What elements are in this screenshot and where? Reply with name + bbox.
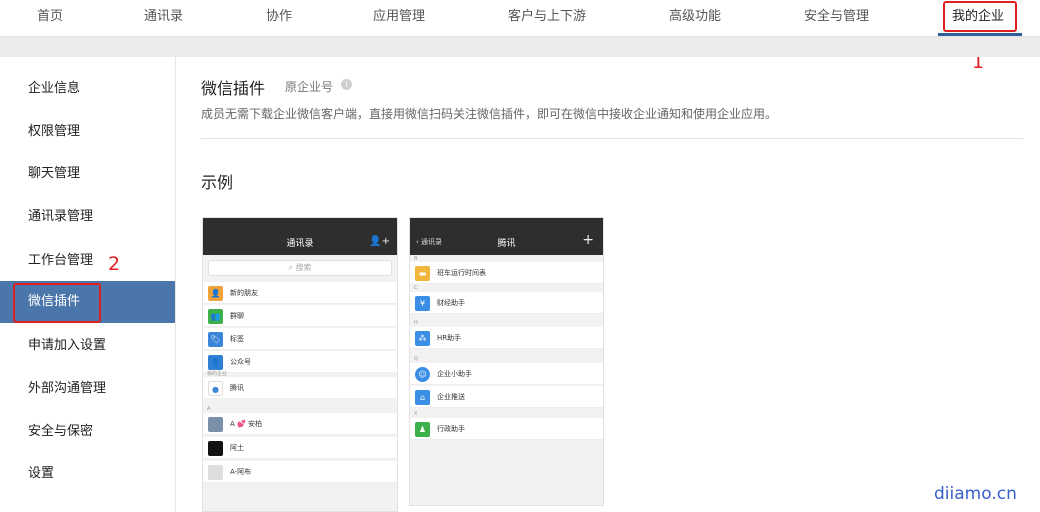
sidebar-item-security[interactable]: 安全与保密: [0, 411, 175, 453]
example-phone-contacts: 👤 新的朋友 👥 群聊 🏷 标签 👤 公众号 我的企业 ● 腾讯 A A 💕 安柏 阿土 …: [202, 217, 398, 512]
list-item: ▬ 班车运行时间表: [410, 262, 603, 284]
nav-contacts[interactable]: 通讯录: [144, 0, 183, 36]
search-icon: ⌕: [288, 263, 296, 272]
list-item: 阿土: [203, 437, 397, 459]
list-item: ⌂ 企业推送: [410, 386, 603, 408]
tag-icon: 🏷: [208, 332, 223, 347]
sidebar-item-enterprise-info[interactable]: 企业信息: [0, 68, 175, 110]
main-content: 微信插件 原企业号 i 成员无需下载企业微信客户端，直接用微信扫码关注微信插件，…: [177, 57, 1040, 512]
admin-icon: ♟: [415, 422, 430, 437]
list-item: ☺ 企业小助手: [410, 363, 603, 385]
page-title: 微信插件: [201, 79, 266, 98]
phone-body: 👤 新的朋友 👥 群聊 🏷 标签 👤 公众号 我的企业 ● 腾讯 A A 💕 安柏 阿土 …: [203, 255, 397, 511]
list-item-label: A 💕 安柏: [230, 420, 262, 428]
list-item: 🏷 标签: [203, 328, 397, 350]
list-item-label: 群聊: [230, 312, 244, 320]
hr-icon: ⁂: [415, 331, 430, 346]
nav-home[interactable]: 首页: [37, 0, 63, 36]
list-item: 👤 公众号: [203, 351, 397, 373]
nav-customers[interactable]: 客户与上下游: [508, 0, 586, 36]
page-subtitle: 原企业号: [285, 80, 334, 94]
section-header: C: [414, 285, 418, 291]
list-item: A 💕 安柏: [203, 413, 397, 435]
avatar: [208, 417, 223, 432]
highlight-box-nav: [943, 1, 1017, 32]
list-item: ● 腾讯: [203, 377, 397, 399]
list-item-label: 行政助手: [437, 425, 465, 433]
list-item: ⁂ HR助手: [410, 327, 603, 349]
list-item-label: 企业小助手: [437, 370, 472, 378]
company-logo-icon: ●: [208, 381, 223, 396]
sidebar-item-external[interactable]: 外部沟通管理: [0, 368, 175, 410]
official-account-icon: 👤: [208, 355, 223, 370]
assistant-icon: ☺: [415, 367, 430, 382]
list-item-label: 阿土: [230, 444, 244, 452]
plus-icon: +: [582, 232, 594, 248]
header-separator: [0, 37, 1040, 57]
phone-title-bar: 通讯录 👤+: [203, 218, 397, 255]
search-input: ⌕ 搜索: [208, 260, 392, 276]
active-tab-underline: [938, 33, 1022, 36]
sidebar-item-workbench[interactable]: 工作台管理: [0, 240, 175, 282]
sidebar-item-contacts[interactable]: 通讯录管理: [0, 196, 175, 238]
highlight-box-sidebar: [13, 283, 101, 323]
nav-advanced[interactable]: 高级功能: [669, 0, 721, 36]
list-item-label: 公众号: [230, 358, 251, 366]
example-phone-enterprise: B ▬ 班车运行时间表 C ¥ 财经助手 H ⁂ HR助手 Q ☺ 企业小助手 ⌂ 企业推…: [409, 217, 604, 506]
section-header: X: [414, 411, 418, 417]
nav-collaboration[interactable]: 协作: [266, 0, 292, 36]
list-item-label: 企业推送: [437, 393, 465, 401]
list-item-label: HR助手: [437, 334, 462, 342]
person-add-icon: 👤: [208, 286, 223, 301]
section-header: H: [414, 320, 418, 326]
avatar: [208, 441, 223, 456]
add-contact-icon: 👤+: [369, 236, 390, 247]
page-description: 成员无需下载企业微信客户端，直接用微信扫码关注微信插件，即可在微信中接收企业通知…: [201, 107, 778, 121]
info-icon[interactable]: i: [341, 79, 352, 90]
phone-title: 通讯录: [286, 239, 314, 249]
divider: [201, 138, 1023, 139]
sidebar-item-chat[interactable]: 聊天管理: [0, 153, 175, 195]
yen-icon: ¥: [415, 296, 430, 311]
nav-app-management[interactable]: 应用管理: [373, 0, 425, 36]
sidebar-item-settings[interactable]: 设置: [0, 453, 175, 495]
list-item-label: 财经助手: [437, 299, 465, 307]
list-item: ♟ 行政助手: [410, 418, 603, 440]
home-icon: ⌂: [415, 390, 430, 405]
avatar: [208, 465, 223, 480]
list-item-label: 腾讯: [230, 384, 244, 392]
example-heading: 示例: [201, 173, 234, 192]
list-item-label: 新的朋友: [230, 289, 258, 297]
list-item: ¥ 财经助手: [410, 292, 603, 314]
nav-security[interactable]: 安全与管理: [804, 0, 869, 36]
group-icon: 👥: [208, 309, 223, 324]
search-placeholder: 搜索: [295, 263, 312, 272]
phone-body: B ▬ 班车运行时间表 C ¥ 财经助手 H ⁂ HR助手 Q ☺ 企业小助手 ⌂ 企业推…: [410, 255, 603, 505]
phone-title: 腾讯: [497, 239, 516, 249]
sidebar-item-join-settings[interactable]: 申请加入设置: [0, 325, 175, 367]
phone-title-bar: ‹ 通讯录 腾讯 +: [410, 218, 603, 255]
annotation-number-2: 2: [108, 253, 121, 275]
list-item: A-阿布: [203, 461, 397, 483]
section-header: 我的企业: [207, 371, 228, 377]
list-item-label: 标签: [230, 335, 244, 343]
section-header: Q: [414, 356, 418, 362]
bus-icon: ▬: [415, 266, 430, 281]
section-header: A: [207, 406, 211, 412]
watermark: diiamo.cn: [934, 484, 1017, 504]
list-item-label: 班车运行时间表: [437, 269, 486, 277]
sidebar-item-permissions[interactable]: 权限管理: [0, 111, 175, 153]
list-item-label: A-阿布: [230, 468, 252, 476]
top-navigation: 首页 通讯录 协作 应用管理 客户与上下游 高级功能 安全与管理 我的企业: [0, 0, 1040, 37]
list-item: 👥 群聊: [203, 305, 397, 327]
list-item: 👤 新的朋友: [203, 282, 397, 304]
